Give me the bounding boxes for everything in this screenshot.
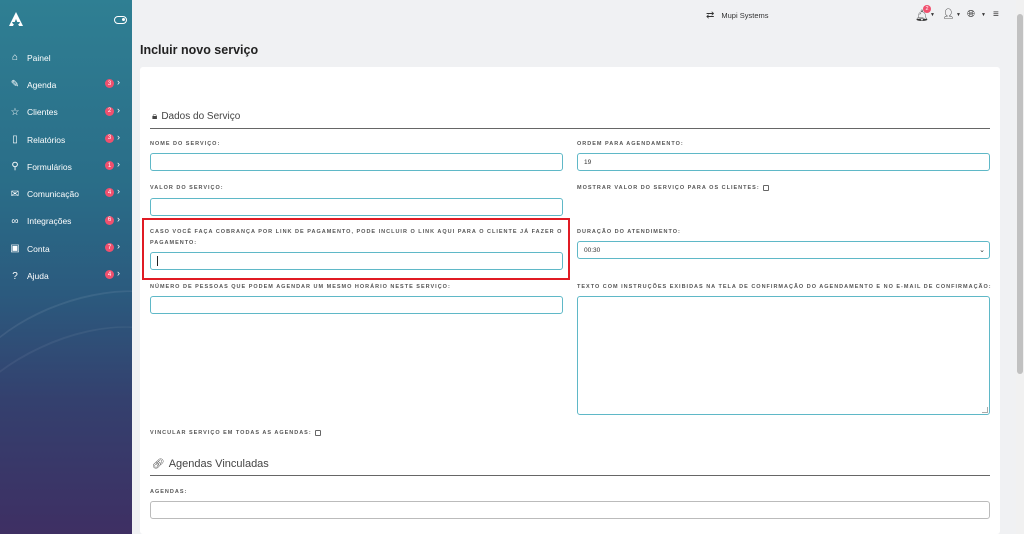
company-name: Mupi Systems [721,11,769,20]
globe-icon[interactable]: 🌐︎ [967,9,975,20]
swap-icon: ⇄ [706,10,715,21]
menu-icon[interactable]: ≡ [993,9,999,20]
chevron-right-icon: › [117,186,120,197]
pessoas-input[interactable] [150,296,563,314]
pessoas-label: NÚMERO DE PESSOAS QUE PODEM AGENDAR UM M… [150,284,451,290]
valor-input[interactable] [150,198,563,216]
mail-icon: ✉ [10,188,20,200]
agendas-input[interactable] [150,501,990,519]
highlight-box [142,218,570,280]
vincular-label: VINCULAR SERVIÇO EM TODAS AS AGENDAS: [150,428,321,439]
vincular-checkbox[interactable] [314,429,321,436]
sidebar-item-agenda[interactable]: ✎ Agenda 3 › [0,71,132,98]
sidebar-item-label: Painel [27,52,51,63]
chevron-down-icon: ▼ [981,12,986,18]
link-icon: 🔗︎ [152,458,165,470]
star-icon: ☆ [10,106,20,118]
count-badge: 7 [105,243,114,253]
edit-icon: ✎ [10,79,20,91]
user-icon[interactable]: 👤︎ [942,9,955,20]
sidebar-item-label: Ajuda [27,271,49,282]
sidebar-item-label: Relatórios [27,134,66,145]
count-badge: 6 [105,215,114,225]
sidebar-item-label: Integrações [27,216,72,227]
chevron-right-icon: › [117,131,120,142]
chevron-right-icon: › [117,77,120,88]
sidebar-item-label: Comunicação [27,189,79,200]
duracao-select[interactable]: 00:30 ⌄ [577,241,990,259]
sidebar-item-integrações[interactable]: ∞ Integrações 6 › [0,208,132,235]
vincular-text: VINCULAR SERVIÇO EM TODAS AS AGENDAS: [150,430,312,436]
home-icon: ⌂ [11,52,19,64]
divider [150,128,990,129]
topbar [132,0,1024,32]
section-title-dados: 🔒︎ Dados do Serviço [152,111,240,122]
help-icon: ? [12,270,18,282]
count-badge: 4 [105,188,114,198]
count-badge: 3 [105,133,114,143]
chevron-right-icon: › [117,241,120,252]
nome-input[interactable] [150,153,563,171]
chevron-right-icon: › [117,213,120,224]
company-switcher[interactable]: ⇄ Mupi Systems [706,10,769,21]
chevron-right-icon: › [117,104,120,115]
chevron-down-icon: ▼ [930,12,935,18]
mostrar-valor-text: MOSTRAR VALOR DO SERVIÇO PARA OS CLIENTE… [577,185,760,191]
briefcase-icon: ▣ [10,243,20,255]
app-logo[interactable] [8,11,24,27]
scrollbar-thumb[interactable] [1017,14,1023,374]
count-badge: 1 [105,161,114,171]
page-title: Incluir novo serviço [140,43,259,57]
sidebar-item-label: Formulários [27,161,72,172]
sidebar-item-formulários[interactable]: ⚲ Formulários 1 › [0,153,132,180]
duracao-value: 00:30 [584,246,601,254]
sidebar-item-relatórios[interactable]: ▯ Relatórios 3 › [0,126,132,153]
chevron-down-icon: ⌄ [979,247,985,254]
sidebar-toggle-icon[interactable] [114,16,127,24]
chevron-down-icon: ▼ [956,12,961,18]
count-badge: 2 [105,106,114,116]
ordem-label: ORDEM PARA AGENDAMENTO: [577,141,684,147]
agendas-label: AGENDAS: [150,489,188,495]
valor-label: VALOR DO SERVIÇO: [150,185,224,191]
sidebar-item-label: Clientes [27,107,58,118]
ordem-input[interactable]: 19 [577,153,990,171]
sidebar-nav: ⌂ Painel ✎ Agenda 3 › ☆ Clientes 2 › ▯ Relatórios 3 ›… [0,44,132,290]
sidebar-item-comunicação[interactable]: ✉ Comunicação 4 › [0,180,132,207]
mostrar-valor-checkbox[interactable] [762,184,769,191]
sidebar-item-ajuda[interactable]: ? Ajuda 4 › [0,262,132,289]
section-title-agendas: 🔗︎ Agendas Vinculadas [152,458,269,470]
divider [150,475,990,476]
chevron-right-icon: › [117,268,120,279]
nome-label: NOME DO SERVIÇO: [150,141,221,147]
page-scrollbar[interactable] [1016,0,1024,534]
section-title-text: Dados do Serviço [161,111,241,122]
mostrar-valor-label: MOSTRAR VALOR DO SERVIÇO PARA OS CLIENTE… [577,183,769,194]
texto-textarea[interactable] [577,296,990,415]
resize-handle-icon[interactable] [982,407,988,413]
texto-label: TEXTO COM INSTRUÇÕES EXIBIDAS NA TELA DE… [577,284,992,290]
sidebar-item-conta[interactable]: ▣ Conta 7 › [0,235,132,262]
count-badge: 3 [105,79,114,89]
sidebar-item-label: Conta [27,243,50,254]
chevron-right-icon: › [117,159,120,170]
book-icon: ▯ [12,134,18,146]
search-icon: ⚲ [11,161,19,173]
section-title-text: Agendas Vinculadas [168,458,269,470]
duracao-label: DURAÇÃO DO ATENDIMENTO: [577,229,681,235]
lock-icon: 🔒︎ [152,111,158,122]
sidebar-item-clientes[interactable]: ☆ Clientes 2 › [0,99,132,126]
link-icon: ∞ [11,215,19,227]
sidebar: ⌂ Painel ✎ Agenda 3 › ☆ Clientes 2 › ▯ Relatórios 3 ›… [0,0,132,534]
count-badge: 4 [105,270,114,280]
sidebar-item-label: Agenda [27,79,57,90]
sidebar-item-painel[interactable]: ⌂ Painel [0,44,132,71]
